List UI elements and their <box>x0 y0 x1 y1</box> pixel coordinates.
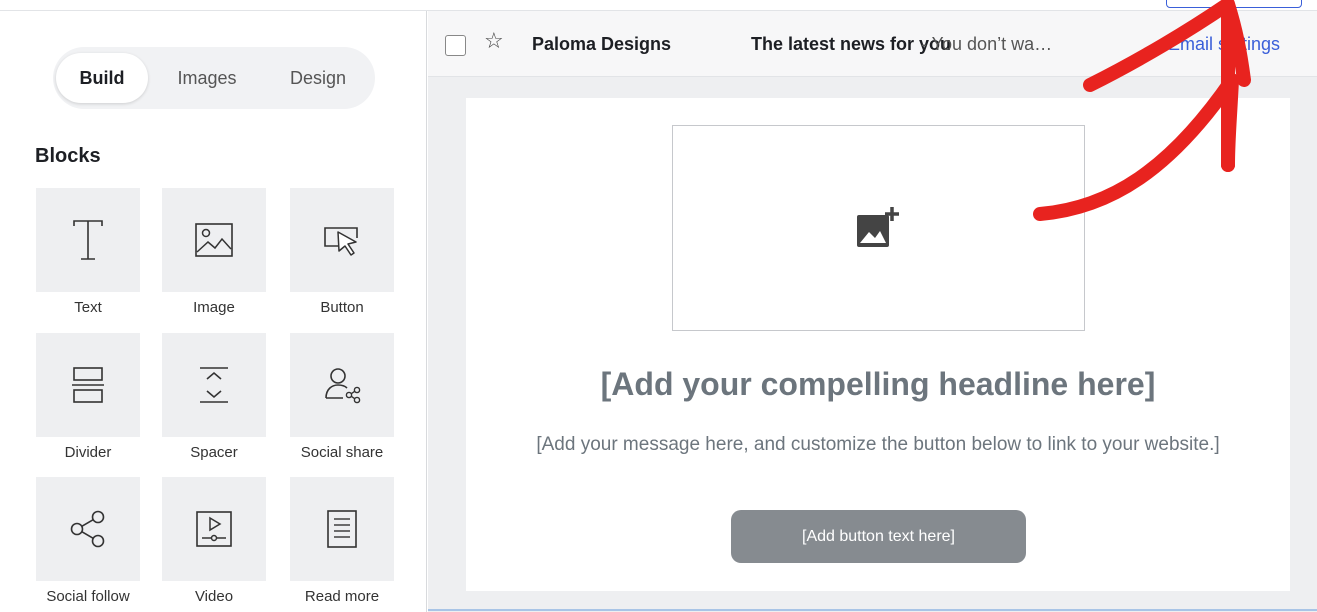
block-button[interactable] <box>290 188 394 292</box>
block-label-social-share: Social share <box>300 444 384 461</box>
block-social-share[interactable] <box>290 333 394 437</box>
tab-images[interactable]: Images <box>148 53 266 103</box>
blocks-heading: Blocks <box>35 145 101 167</box>
tab-build[interactable]: Build <box>56 53 148 103</box>
document-icon <box>327 510 357 548</box>
image-icon <box>195 223 233 257</box>
share-nodes-icon <box>70 510 105 548</box>
add-image-icon <box>856 205 899 247</box>
block-label-divider: Divider <box>64 444 112 461</box>
email-body: [Add your compelling headline here] [Add… <box>466 98 1290 591</box>
bottom-accent-line <box>428 609 1317 611</box>
email-preview-pane: ☆ Paloma Designs The latest news for you… <box>428 11 1317 612</box>
block-divider[interactable] <box>36 333 140 437</box>
video-icon <box>196 511 232 547</box>
block-label-read-more: Read more <box>304 588 380 605</box>
email-settings-link[interactable]: Email settings <box>1168 34 1280 55</box>
top-button-edge[interactable] <box>1166 0 1302 8</box>
tab-design[interactable]: Design <box>266 53 370 103</box>
star-icon[interactable]: ☆ <box>484 29 504 54</box>
block-label-video: Video <box>194 588 234 605</box>
select-checkbox[interactable] <box>445 35 466 56</box>
image-placeholder[interactable] <box>672 125 1085 331</box>
text-icon <box>73 220 103 260</box>
button-cursor-icon <box>324 227 358 256</box>
inbox-header: ☆ Paloma Designs The latest news for you… <box>428 11 1317 77</box>
social-share-icon <box>325 368 361 404</box>
block-label-social-follow: Social follow <box>46 588 130 605</box>
email-headline[interactable]: [Add your compelling headline here] <box>466 366 1290 403</box>
preheader-text: - You don’t wa… <box>921 34 1053 54</box>
spacer-icon <box>200 367 228 403</box>
block-video[interactable] <box>162 477 266 581</box>
blocks-sidebar: Build Images Design Blocks Text Image Bu… <box>0 11 427 612</box>
divider-icon <box>72 367 104 403</box>
email-message[interactable]: [Add your message here, and customize th… <box>516 432 1240 457</box>
block-label-text: Text <box>74 299 102 316</box>
block-label-image: Image <box>193 299 235 316</box>
email-cta-button[interactable]: [Add button text here] <box>731 510 1026 563</box>
block-spacer[interactable] <box>162 333 266 437</box>
block-text[interactable] <box>36 188 140 292</box>
block-social-follow[interactable] <box>36 477 140 581</box>
sender-name: Paloma Designs <box>532 34 672 54</box>
block-image[interactable] <box>162 188 266 292</box>
block-label-spacer: Spacer <box>190 444 238 461</box>
sidebar-tabs: Build Images Design <box>53 47 375 109</box>
block-label-button: Button <box>320 299 364 316</box>
block-read-more[interactable] <box>290 477 394 581</box>
